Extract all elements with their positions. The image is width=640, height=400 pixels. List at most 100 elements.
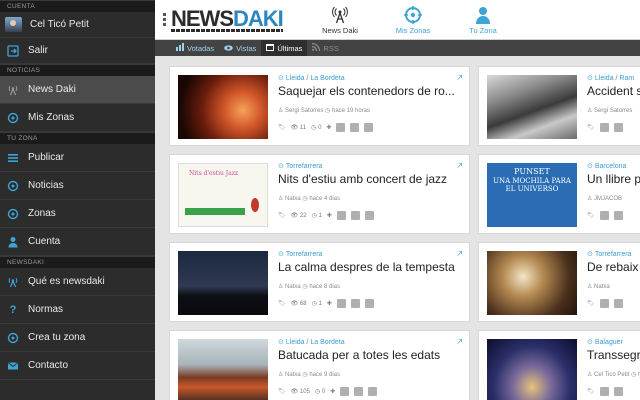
news-title[interactable]: Transsegr: [587, 348, 640, 362]
sidebar-item-publicar[interactable]: Publicar: [0, 144, 155, 172]
sidebar-item-cuenta[interactable]: Cuenta: [0, 228, 155, 256]
tag-button[interactable]: 🏷: [587, 122, 595, 133]
news-meta: ♙ Sergi Satorres: [587, 108, 633, 114]
facebook-button[interactable]: [350, 210, 360, 221]
external-link-icon[interactable]: ↗: [456, 337, 463, 346]
filter-rss[interactable]: RSS: [307, 40, 343, 56]
tab-news-daki[interactable]: News Daki: [310, 4, 370, 35]
sidebar-item-mis-zonas[interactable]: Mis Zonas: [0, 104, 155, 132]
facebook-button[interactable]: [354, 386, 364, 397]
tag-button[interactable]: 🏷: [278, 122, 286, 133]
sidebar-item-zonas[interactable]: Zonas: [0, 200, 155, 228]
sidebar-section-header-newsdaki: NEWSDAKI: [0, 256, 155, 268]
news-card[interactable]: ⊙ Torrefarrera De rebaix ♙ Natxa 🏷: [478, 242, 640, 322]
add-button[interactable]: ✚: [330, 386, 335, 397]
share-button[interactable]: [613, 210, 623, 221]
target-icon: [6, 111, 20, 125]
tag-button[interactable]: 🏷: [587, 298, 595, 309]
sidebar-item-que-es-newsdaki[interactable]: Qué es newsdaki: [0, 268, 155, 296]
news-card[interactable]: ⊙ Torrefarrera ↗ La calma despres de la t…: [169, 242, 470, 322]
sidebar-item-label: Cuenta: [28, 236, 61, 247]
news-title[interactable]: Batucada per a totes les edats: [278, 348, 440, 362]
sidebar-item-noticias[interactable]: Noticias: [0, 172, 155, 200]
news-card[interactable]: ⊙ Lleida / La Bordeta ↗ Batucada per a to…: [169, 330, 470, 400]
news-thumbnail[interactable]: [178, 251, 268, 315]
gallery-button[interactable]: [599, 122, 609, 133]
news-title[interactable]: La calma despres de la tempesta: [278, 260, 455, 274]
share-button[interactable]: [613, 122, 623, 133]
news-card[interactable]: Nits d'estiu Jazz ⊙ Torrefarrera ↗ Nits d…: [169, 154, 470, 234]
news-location[interactable]: ⊙ Torrefarrera: [278, 250, 322, 258]
news-thumbnail[interactable]: [487, 75, 577, 139]
tab-tu-zona[interactable]: Tu Zona: [453, 4, 513, 35]
news-title[interactable]: Un llibre p: [587, 172, 640, 186]
add-button[interactable]: ✚: [326, 122, 331, 133]
tag-button[interactable]: 🏷: [278, 210, 286, 221]
target-icon: [6, 179, 20, 193]
news-title[interactable]: De rebaix: [587, 260, 638, 274]
menu-grip-icon[interactable]: [163, 13, 167, 28]
sidebar-item-account-user[interactable]: Cel Ticó Petit: [0, 12, 155, 38]
facebook-button[interactable]: [350, 298, 360, 309]
location-text: Torrefarrera: [594, 251, 632, 258]
sidebar-item-normas[interactable]: ? Normas: [0, 296, 155, 324]
share-button[interactable]: [336, 122, 346, 133]
news-location[interactable]: ⊙ Lleida / La Bordeta: [278, 338, 345, 346]
twitter-button[interactable]: [364, 122, 374, 133]
share-button[interactable]: [336, 210, 346, 221]
share-button[interactable]: [340, 386, 350, 397]
tag-button[interactable]: 🏷: [587, 210, 595, 221]
share-button[interactable]: [613, 386, 623, 397]
twitter-button[interactable]: [368, 386, 378, 397]
add-button[interactable]: ✚: [327, 210, 332, 221]
news-actions: 🏷 👁 105 ◷ 0 ✚: [278, 386, 382, 397]
add-button[interactable]: ✚: [327, 298, 332, 309]
external-link-icon[interactable]: ↗: [456, 73, 463, 82]
news-card[interactable]: ⊙ Lleida / La Bordeta ↗ Saquejar els cont…: [169, 66, 470, 146]
news-location[interactable]: ⊙ Torrefarrera: [278, 162, 322, 170]
sidebar-item-contacto[interactable]: Contacto: [0, 352, 155, 380]
news-thumbnail[interactable]: [487, 339, 577, 400]
twitter-button[interactable]: [364, 298, 374, 309]
tab-label: Tu Zona: [469, 26, 497, 35]
sidebar-item-crea-tu-zona[interactable]: Crea tu zona: [0, 324, 155, 352]
filter-ultimas[interactable]: Últimas: [261, 40, 308, 56]
filter-vistas[interactable]: Vistas: [219, 40, 261, 56]
news-thumbnail[interactable]: [178, 339, 268, 400]
tab-mis-zonas[interactable]: Mis Zonas: [383, 4, 443, 35]
news-location[interactable]: ⊙ Lleida / Ram: [587, 74, 634, 82]
sidebar-item-salir[interactable]: Salir: [0, 38, 155, 64]
share-button[interactable]: [336, 298, 346, 309]
gallery-button[interactable]: [599, 298, 609, 309]
external-link-icon[interactable]: ↗: [456, 249, 463, 258]
news-thumbnail[interactable]: [178, 75, 268, 139]
news-location[interactable]: ⊙ Balaguer: [587, 338, 623, 346]
news-location[interactable]: ⊙ Lleida / La Bordeta: [278, 74, 345, 82]
external-link-icon[interactable]: ↗: [456, 161, 463, 170]
twitter-button[interactable]: [364, 210, 374, 221]
tag-button[interactable]: 🏷: [587, 386, 595, 397]
news-card[interactable]: PUNSET UNA MOCHILA PARA EL UNIVERSO ⊙ Bar…: [478, 154, 640, 234]
gallery-button[interactable]: [599, 386, 609, 397]
news-card[interactable]: ⊙ Lleida / Ram Accident s ♙ Sergi Satorre…: [478, 66, 640, 146]
news-thumbnail[interactable]: Nits d'estiu Jazz: [178, 163, 268, 227]
news-thumbnail[interactable]: PUNSET UNA MOCHILA PARA EL UNIVERSO: [487, 163, 577, 227]
top-header: NEWSDAKI News Daki Mis Zonas Tu Zona: [155, 0, 640, 40]
tag-button[interactable]: 🏷: [278, 386, 286, 397]
news-thumbnail[interactable]: [487, 251, 577, 315]
news-title[interactable]: Nits d'estiu amb concert de jazz: [278, 172, 447, 186]
tag-button[interactable]: 🏷: [278, 298, 286, 309]
sublocation-text: La Bordeta: [310, 339, 345, 346]
facebook-button[interactable]: [350, 122, 360, 133]
logo[interactable]: NEWSDAKI: [171, 7, 284, 32]
news-location[interactable]: ⊙ Torrefarrera: [587, 250, 631, 258]
filter-label: RSS: [323, 43, 339, 53]
news-title[interactable]: Accident s: [587, 84, 640, 98]
sidebar-item-news-daki[interactable]: News Daki: [0, 76, 155, 104]
share-button[interactable]: [613, 298, 623, 309]
filter-votadas[interactable]: Votadas: [171, 40, 219, 56]
gallery-button[interactable]: [599, 210, 609, 221]
news-title[interactable]: Saquejar els contenedors de ro...: [278, 84, 455, 98]
news-card[interactable]: ⊙Balaguer Transsegr ♙ Cel Ticó Petit ◷ h…: [478, 330, 640, 400]
news-location[interactable]: ⊙ Barcelona: [587, 162, 626, 170]
